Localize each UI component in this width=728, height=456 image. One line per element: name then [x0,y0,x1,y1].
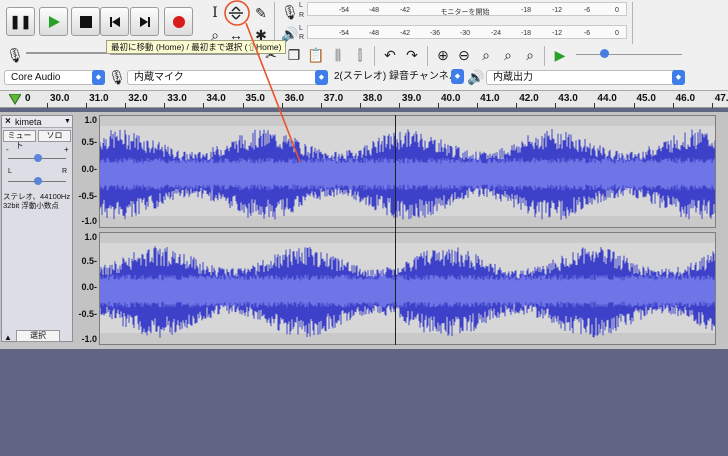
annotation-arrow [224,0,301,163]
